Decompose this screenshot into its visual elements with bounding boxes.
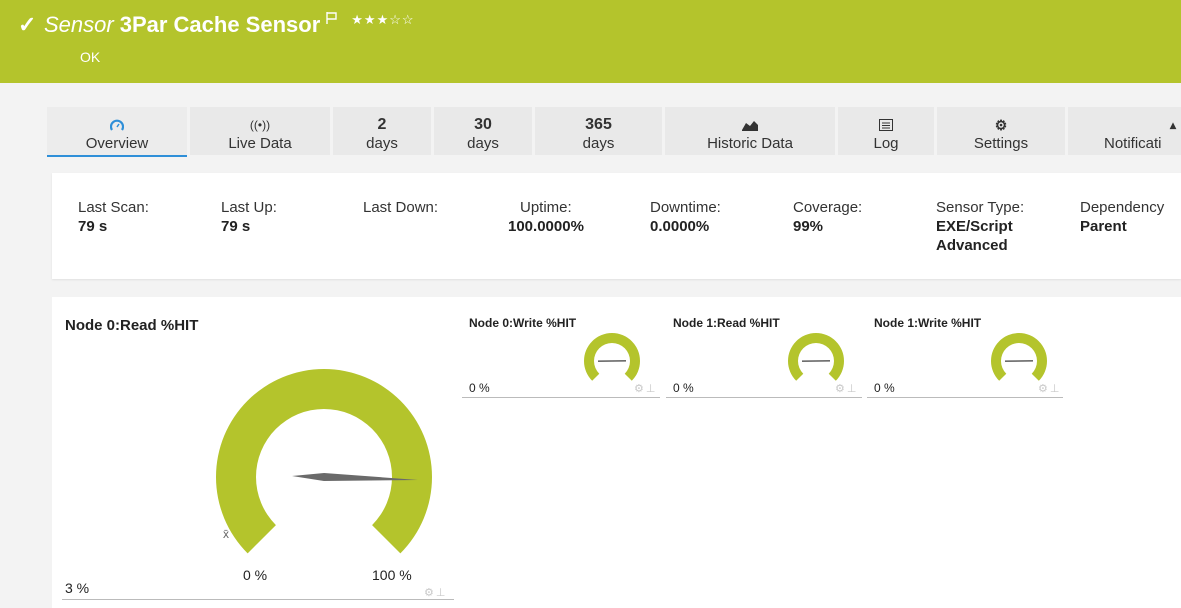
tab-label: Notificati: [1104, 135, 1162, 152]
sensor-kind-label: Sensor: [44, 12, 114, 37]
bell-icon: ▴: [1169, 118, 1176, 132]
channel-tools: ⚙⊥: [634, 382, 657, 395]
secondary-gauge-value: 0 %: [874, 381, 895, 395]
divider: [462, 397, 660, 398]
info-last-up: Last Up: 79 s: [221, 199, 277, 235]
info-downtime: Downtime: 0.0000%: [650, 199, 721, 235]
primary-gauge-arc: [216, 369, 432, 554]
pin-icon[interactable]: ⊥: [646, 383, 658, 395]
gear-icon[interactable]: ⚙: [835, 383, 847, 395]
gear-icon[interactable]: ⚙: [1038, 383, 1050, 395]
divider: [62, 599, 454, 600]
primary-gauge-max-label: 100 %: [372, 567, 412, 583]
channel-tools: ⚙⊥: [1038, 382, 1061, 395]
sensor-header: ✓ Sensor 3Par Cache Sensor ★★★☆☆ OK: [0, 0, 1181, 83]
tab-historic-data[interactable]: Historic Data: [665, 107, 835, 155]
tab-overview[interactable]: Overview: [47, 107, 187, 157]
broadcast-icon: ((•)): [249, 118, 271, 132]
tab-2-days[interactable]: 2 days: [333, 107, 431, 155]
mini-gauge-arc: [788, 333, 844, 381]
tab-settings[interactable]: ⚙ Settings: [937, 107, 1065, 155]
secondary-gauge-value: 0 %: [469, 381, 490, 395]
tab-log[interactable]: Log: [838, 107, 934, 155]
primary-gauge-value: 3 %: [65, 580, 90, 596]
tab-notifications[interactable]: ▴ Notificati: [1068, 107, 1181, 155]
channel-tools: ⚙⊥: [835, 382, 858, 395]
pin-icon[interactable]: ⊥: [436, 587, 448, 599]
tab-label: days: [582, 135, 615, 152]
average-marker: x̄: [223, 527, 229, 541]
gear-icon[interactable]: ⚙: [634, 383, 646, 395]
sensor-name: 3Par Cache Sensor: [119, 12, 321, 37]
priority-stars[interactable]: ★★★☆☆: [351, 12, 414, 28]
info-last-scan: Last Scan: 79 s: [78, 199, 149, 235]
tab-label: days: [366, 135, 398, 152]
area-chart-icon: [742, 120, 758, 131]
primary-gauge-min-label: 0 %: [243, 567, 268, 583]
tab-live-data[interactable]: ((•)) Live Data: [190, 107, 330, 155]
info-last-down: Last Down:: [363, 199, 439, 216]
tab-label: Log: [873, 135, 899, 152]
pin-icon[interactable]: ⊥: [847, 383, 859, 395]
tab-label: days: [467, 135, 499, 152]
tab-number: 2: [377, 116, 387, 133]
secondary-gauge-title: Node 1:Write %HIT: [874, 316, 982, 330]
page-title: Sensor 3Par Cache Sensor ★★★☆☆: [44, 12, 415, 38]
mini-gauge-arc: [991, 333, 1047, 381]
secondary-gauge-title: Node 1:Read %HIT: [673, 316, 780, 330]
gauge-icon: [110, 119, 124, 131]
tab-number: 365: [585, 116, 612, 133]
mini-gauge-arc: [584, 333, 640, 381]
flag-icon[interactable]: [326, 4, 337, 30]
info-uptime: Uptime: 100.0000%: [508, 199, 584, 235]
sensor-info-panel: Last Scan: 79 s Last Up: 79 s Last Down:…: [52, 173, 1181, 279]
tab-bar: Overview ((•)) Live Data 2 days 30 days …: [47, 107, 1181, 157]
tab-label: Live Data: [228, 135, 292, 152]
channel-tools: ⚙⊥: [424, 586, 447, 599]
check-icon: ✓: [18, 12, 37, 37]
info-sensor-type: Sensor Type: EXE/Script Advanced: [936, 199, 1025, 254]
pin-icon[interactable]: ⊥: [1050, 383, 1062, 395]
divider: [666, 397, 862, 398]
tab-365-days[interactable]: 365 days: [535, 107, 662, 155]
status-text: OK: [80, 49, 101, 65]
tab-label: Historic Data: [707, 135, 793, 152]
gauges-panel: Node 0:Read %HIT x̄ 0 % 100 % 3 % ⚙⊥ Nod…: [52, 297, 1181, 608]
tab-label: Settings: [973, 135, 1029, 152]
divider: [867, 397, 1063, 398]
gear-icon: ⚙: [994, 117, 1008, 133]
secondary-gauge-value: 0 %: [673, 381, 694, 395]
tab-number: 30: [474, 116, 492, 133]
mini-gauge: [991, 333, 1047, 381]
primary-gauge: [216, 369, 432, 554]
tab-label: Overview: [85, 135, 149, 152]
gear-icon[interactable]: ⚙: [424, 587, 436, 599]
mini-gauge: [584, 333, 640, 381]
list-icon: [879, 118, 893, 131]
secondary-gauge-title: Node 0:Write %HIT: [469, 316, 577, 330]
info-dependency: Dependency Parent: [1080, 199, 1165, 235]
info-coverage: Coverage: 99%: [793, 199, 863, 235]
tab-30-days[interactable]: 30 days: [434, 107, 532, 155]
mini-gauge: [788, 333, 844, 381]
